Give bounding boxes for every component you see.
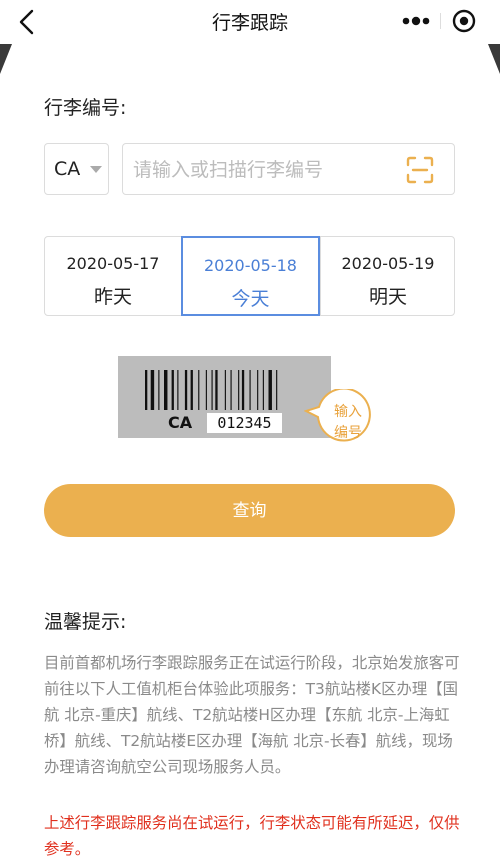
barcode-stripe xyxy=(241,370,245,410)
barcode-stripe xyxy=(230,370,232,410)
sample-tag-prefix: CA xyxy=(168,413,193,432)
date-option-tomorrow[interactable]: 2020-05-19 明天 xyxy=(320,237,455,315)
mini-program-capsule xyxy=(390,4,490,38)
barcode-stripe xyxy=(177,370,179,410)
barcode-image xyxy=(145,370,278,410)
scan-icon[interactable] xyxy=(406,156,434,184)
barcode-stripe xyxy=(145,370,148,410)
baggage-number-label: 行李编号: xyxy=(44,97,127,119)
tips-title: 温馨提示: xyxy=(44,611,127,633)
hint-line-1: 输入 xyxy=(334,404,362,420)
barcode-stripe xyxy=(268,370,272,410)
barcode-stripe xyxy=(211,370,213,410)
date-value: 2020-05-17 xyxy=(66,254,160,273)
barcode-stripe xyxy=(215,370,218,410)
sample-tag-number: 012345 xyxy=(207,413,282,433)
barcode-stripe xyxy=(205,370,207,410)
barcode-stripe xyxy=(198,370,200,410)
barcode-stripe xyxy=(171,370,174,410)
barcode-stripe xyxy=(184,370,188,410)
airline-select[interactable]: CA xyxy=(44,143,109,195)
baggage-tag-field[interactable] xyxy=(122,143,455,195)
barcode-stripe xyxy=(158,370,160,410)
date-label: 明天 xyxy=(368,286,407,308)
date-selector: 2020-05-17 昨天 2020-05-19 明天 2020-05-18 今… xyxy=(44,236,455,316)
query-button[interactable]: 查询 xyxy=(44,484,455,537)
barcode-stripe xyxy=(238,370,240,410)
date-option-yesterday[interactable]: 2020-05-17 昨天 xyxy=(45,237,181,315)
barcode-stripe xyxy=(190,370,193,410)
page-edge-decoration xyxy=(488,44,500,74)
date-value: 2020-05-19 xyxy=(341,254,435,273)
barcode-stripe xyxy=(257,370,259,410)
hint-line-2: 编号 xyxy=(334,425,362,441)
airline-selected-value: CA xyxy=(54,158,81,180)
barcode-stripe xyxy=(249,370,251,410)
input-hint-bubble: 输入 编号 xyxy=(304,389,380,455)
capsule-divider xyxy=(440,13,441,29)
tips-warning: 上述行李跟踪服务尚在试运行，行李状态可能有所延迟，仅供参考。 xyxy=(44,814,460,858)
nav-bar: 行李跟踪 xyxy=(0,0,500,44)
sample-baggage-tag: CA 012345 xyxy=(118,356,331,438)
date-option-today-selected[interactable]: 2020-05-18 今天 xyxy=(181,236,320,316)
barcode-stripe xyxy=(150,370,155,410)
barcode-stripe xyxy=(276,370,278,410)
more-dots-icon[interactable] xyxy=(398,12,434,30)
tips-body: 目前首都机场行李跟踪服务正在试运行阶段，北京始发旅客可前往以下人工值机柜台体验此… xyxy=(44,654,460,776)
date-label: 昨天 xyxy=(93,286,132,308)
close-target-icon[interactable] xyxy=(452,9,476,33)
baggage-tag-input[interactable] xyxy=(133,154,393,186)
dropdown-caret-icon xyxy=(90,166,102,173)
date-label: 今天 xyxy=(231,288,270,310)
barcode-stripe xyxy=(224,370,226,410)
date-value: 2020-05-18 xyxy=(204,256,297,275)
barcode-stripe xyxy=(164,370,168,410)
barcode-stripe xyxy=(262,370,264,410)
page-edge-decoration xyxy=(0,44,12,74)
